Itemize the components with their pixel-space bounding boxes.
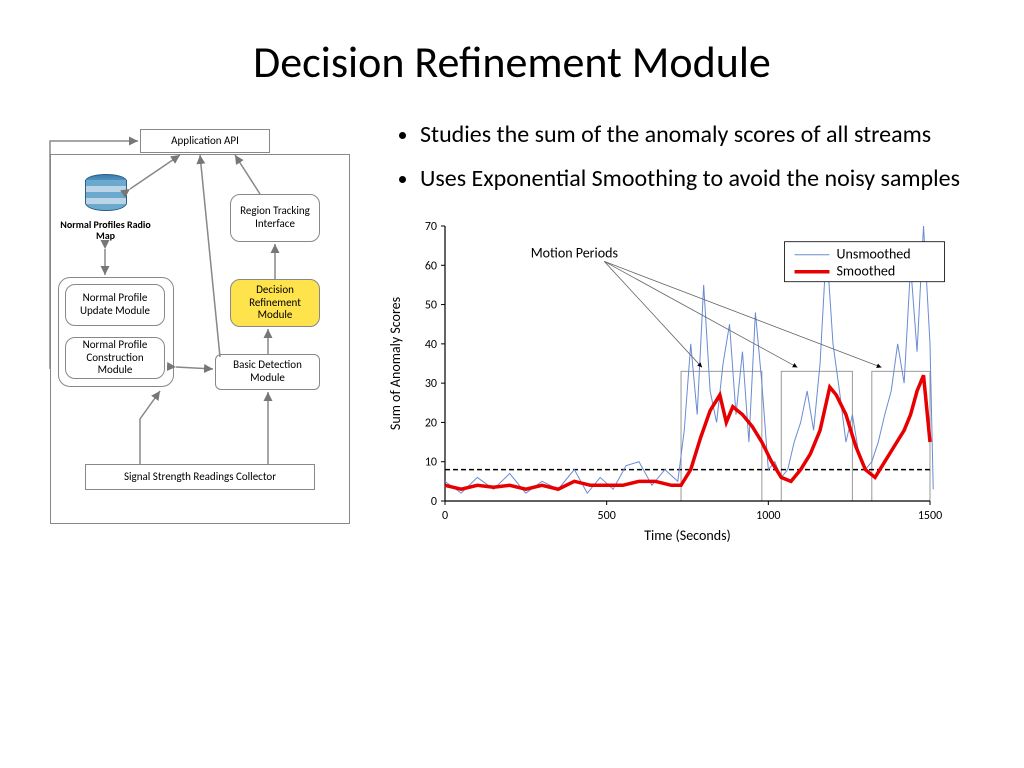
svg-text:1000: 1000 xyxy=(756,509,780,523)
svg-text:Unsmoothed: Unsmoothed xyxy=(837,245,911,262)
svg-text:20: 20 xyxy=(425,416,437,430)
bullet-list: Studies the sum of the anomaly scores of… xyxy=(380,119,984,196)
svg-text:50: 50 xyxy=(425,298,437,312)
svg-text:500: 500 xyxy=(598,509,616,523)
module-group-frame xyxy=(58,277,174,387)
svg-text:30: 30 xyxy=(425,377,437,391)
bullet-item: Uses Exponential Smoothing to avoid the … xyxy=(420,163,984,195)
svg-text:10: 10 xyxy=(425,455,437,469)
box-signal-collector: Signal Strength Readings Collector xyxy=(85,464,315,490)
svg-text:70: 70 xyxy=(425,220,437,234)
database-icon xyxy=(85,174,125,214)
svg-text:60: 60 xyxy=(425,259,437,273)
svg-text:Sum of Anomaly Scores: Sum of Anomaly Scores xyxy=(387,297,404,430)
box-application-api: Application API xyxy=(140,129,270,153)
svg-text:0: 0 xyxy=(431,495,437,509)
svg-text:0: 0 xyxy=(442,509,448,523)
bullet-item: Studies the sum of the anomaly scores of… xyxy=(420,119,984,151)
db-label: Normal Profiles Radio Map xyxy=(58,219,153,241)
page-title: Decision Refinement Module xyxy=(40,35,984,89)
svg-text:Smoothed: Smoothed xyxy=(837,262,896,279)
anomaly-chart: 0 10 20 30 40 50 60 70 0 500 1000 1500 Time (Seconds… xyxy=(380,216,940,546)
svg-text:40: 40 xyxy=(425,338,437,352)
svg-text:Motion Periods: Motion Periods xyxy=(531,244,618,261)
box-basic-detection: Basic Detection Module xyxy=(215,354,320,390)
svg-text:Time (Seconds): Time (Seconds) xyxy=(644,527,731,544)
svg-text:1500: 1500 xyxy=(918,509,942,523)
box-region-tracking: Region Tracking Interface xyxy=(230,194,320,242)
box-decision-refinement: Decision Refinement Module xyxy=(230,279,320,327)
architecture-diagram: Application API Normal Profiles Radio Ma… xyxy=(40,119,360,539)
